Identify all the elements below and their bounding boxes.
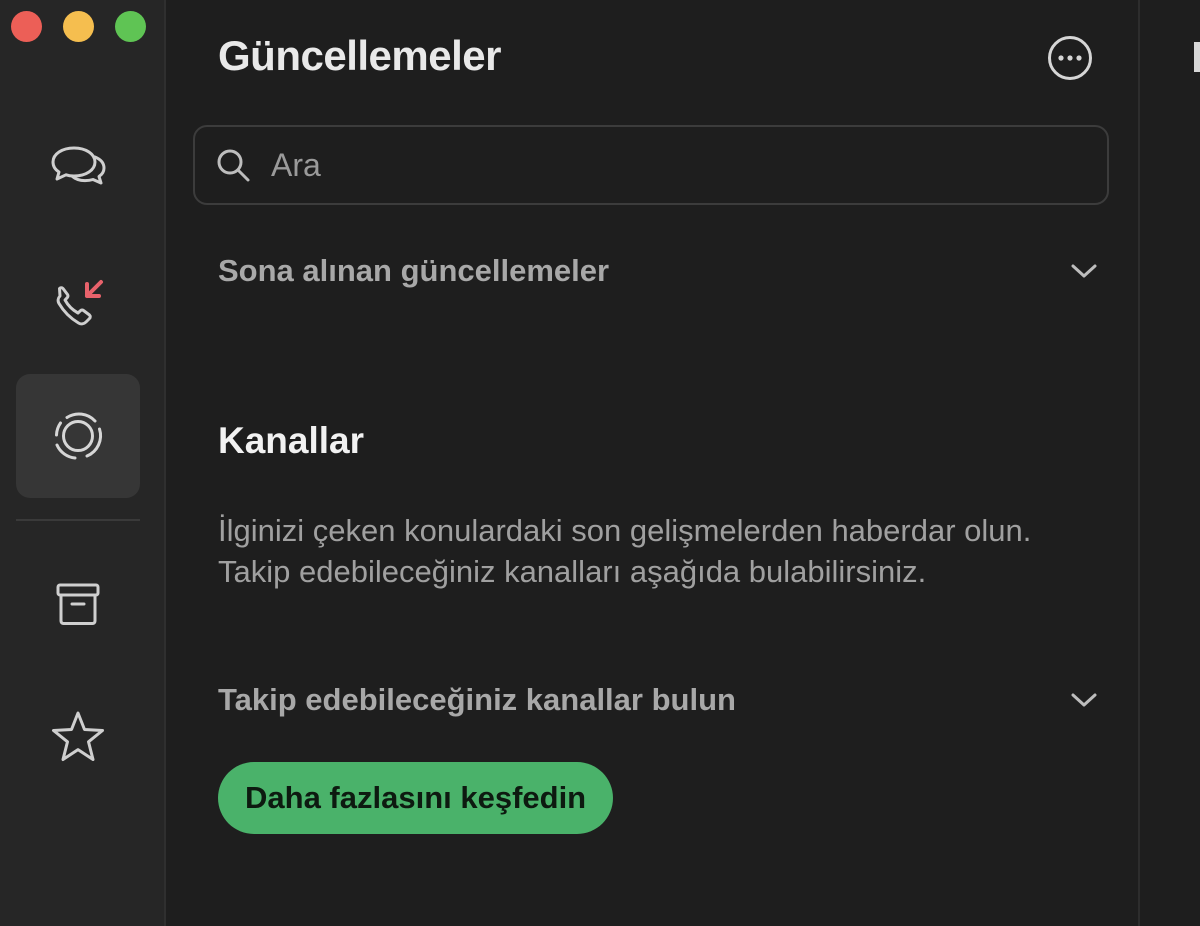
minimize-window-button[interactable] bbox=[63, 11, 94, 42]
sidebar-item-archived[interactable] bbox=[16, 542, 140, 666]
close-window-button[interactable] bbox=[11, 11, 42, 42]
chat-bubbles-icon bbox=[51, 146, 106, 185]
find-channels-row[interactable]: Takip edebileceğiniz kanallar bulun bbox=[218, 675, 1098, 725]
zoom-window-button[interactable] bbox=[115, 11, 146, 42]
sidebar-item-calls[interactable] bbox=[16, 230, 140, 354]
archive-box-icon bbox=[56, 583, 100, 625]
page-title: Güncellemeler bbox=[218, 32, 501, 79]
sidebar-item-updates[interactable] bbox=[16, 374, 140, 498]
channels-heading: Kanallar bbox=[218, 420, 365, 461]
chevron-down-icon[interactable] bbox=[1070, 691, 1098, 709]
window-controls bbox=[11, 11, 146, 42]
more-options-button[interactable] bbox=[1047, 35, 1093, 81]
more-options-icon bbox=[1048, 36, 1092, 80]
recent-updates-row[interactable]: Sona alınan güncellemeler bbox=[218, 246, 1098, 296]
search-input[interactable] bbox=[269, 145, 1073, 185]
chevron-down-icon[interactable] bbox=[1070, 262, 1098, 280]
updates-panel: Güncellemeler Sona alınan güncellemeler … bbox=[166, 0, 1140, 926]
detail-pane-cutoff-text bbox=[1194, 42, 1200, 72]
sidebar-item-starred[interactable] bbox=[16, 675, 140, 799]
detail-pane bbox=[1140, 0, 1200, 926]
phone-missed-icon bbox=[56, 280, 103, 326]
explore-more-button[interactable]: Daha fazlasını keşfedin bbox=[218, 762, 614, 834]
star-icon bbox=[52, 711, 104, 761]
search-box bbox=[193, 125, 1109, 205]
sidebar-item-chats[interactable] bbox=[16, 105, 140, 229]
find-channels-label: Takip edebileceğiniz kanallar bulun bbox=[218, 682, 736, 717]
channels-description: İlginizi çeken konulardaki son gelişmele… bbox=[218, 513, 1032, 589]
search-icon bbox=[217, 149, 250, 182]
sidebar-divider bbox=[16, 519, 140, 521]
recent-updates-label: Sona alınan güncellemeler bbox=[218, 253, 610, 288]
nav-rail bbox=[0, 0, 166, 926]
status-updates-icon bbox=[55, 412, 103, 460]
